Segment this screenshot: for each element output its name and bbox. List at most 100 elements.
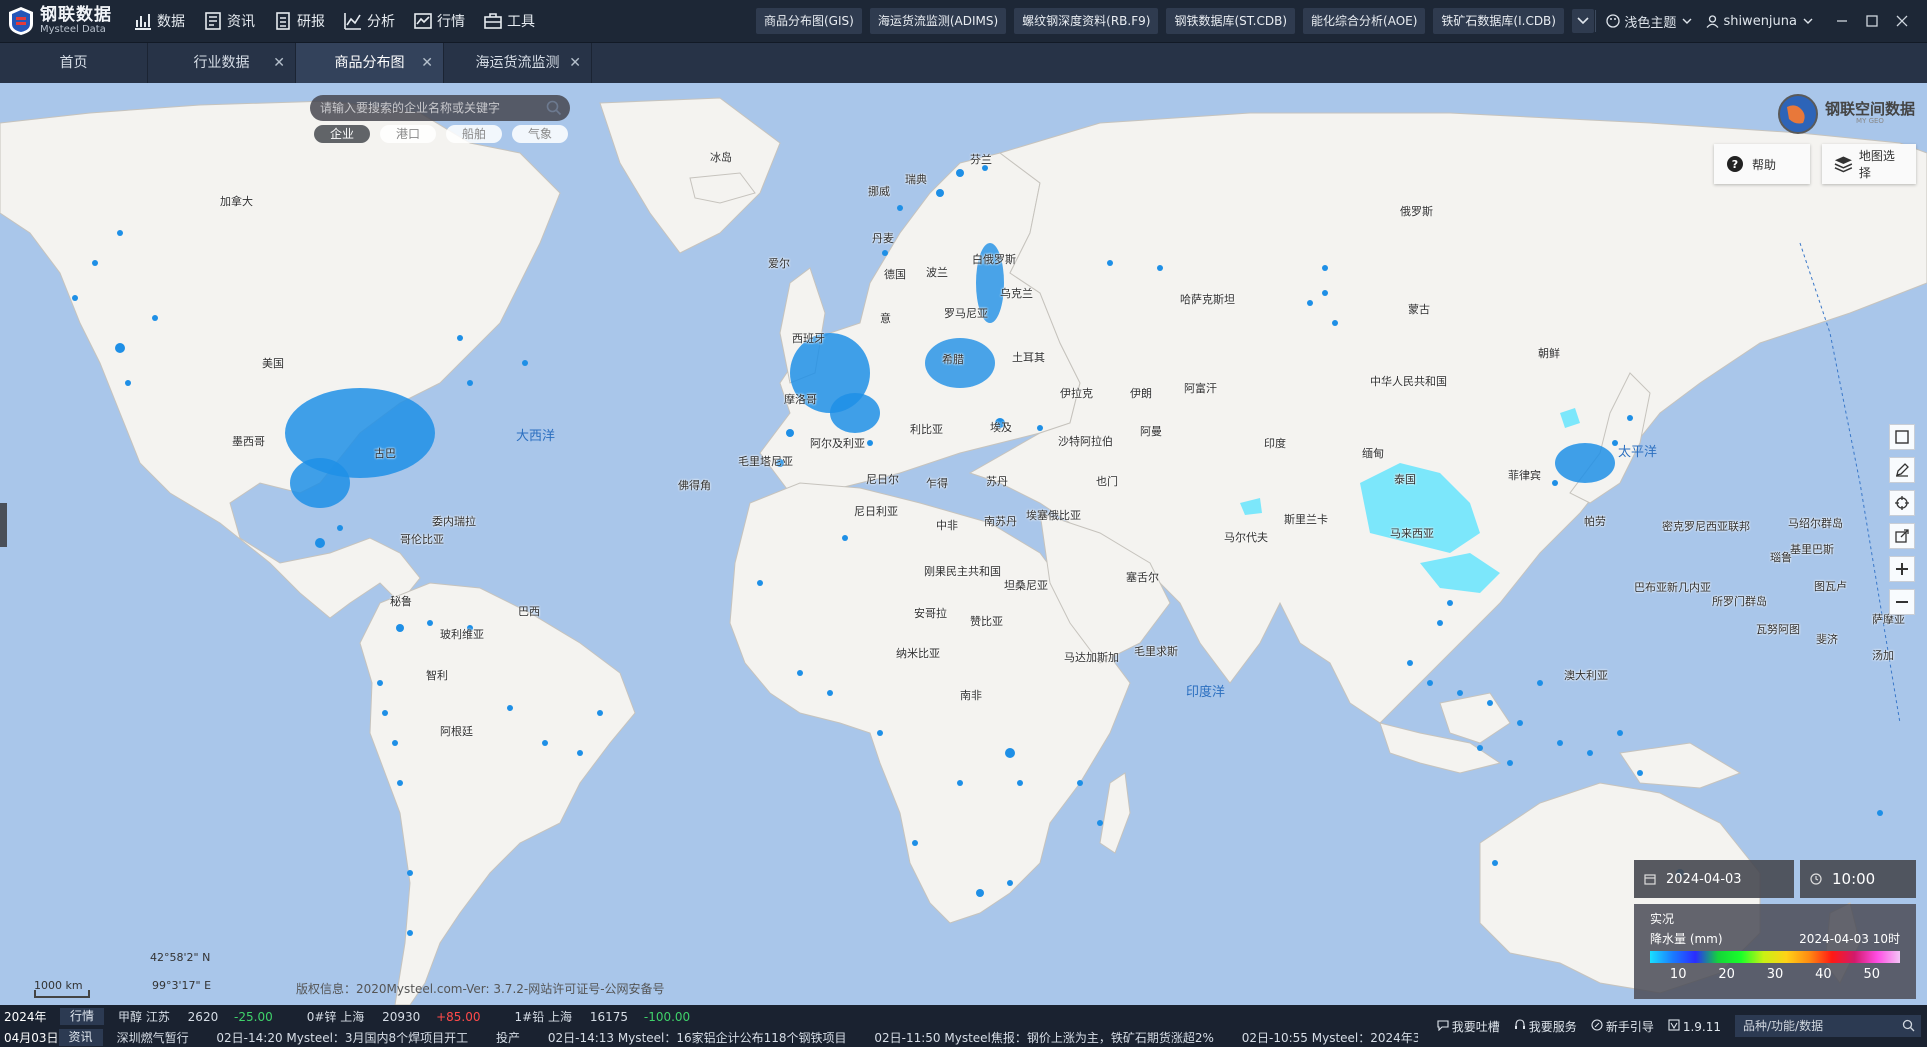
nav-tools[interactable]: 工具: [483, 11, 535, 31]
nav-market-label: 行情: [437, 14, 465, 30]
legend-tick: 10: [1669, 967, 1687, 982]
landmass-new-guinea: [1619, 742, 1742, 789]
company-search-input[interactable]: [310, 95, 540, 121]
label-brazil: 巴西: [518, 605, 540, 618]
ticker-news-tag[interactable]: 资讯: [58, 1029, 103, 1046]
guide-button[interactable]: 新手引导: [1591, 1018, 1654, 1035]
news-item[interactable]: 02日-10:55 Mysteel：2024年3月中国新建: [1242, 1031, 1418, 1045]
label-kazakhstan: 哈萨克斯坦: [1180, 293, 1235, 306]
tab-close-icon[interactable]: ✕: [421, 43, 433, 83]
version-label: 1.9.11: [1682, 1019, 1721, 1034]
label-korea: 朝鲜: [1538, 347, 1560, 360]
nav-data[interactable]: 数据: [133, 11, 185, 31]
close-window-button[interactable]: [1887, 12, 1917, 31]
label-iran: 伊朗: [1130, 387, 1152, 400]
map-toolbar: [1889, 424, 1915, 622]
label-tonga: 汤加: [1872, 649, 1894, 662]
label-iraq: 伊拉克: [1060, 387, 1093, 400]
quick-link-rebar[interactable]: 螺纹钢深度资料(RB.F9): [1014, 8, 1159, 34]
news-item[interactable]: 02日-14:20 Mysteel：3月国内8个焊项目开工: [216, 1031, 468, 1045]
tab-home[interactable]: 首页: [0, 43, 148, 83]
zoom-out-button[interactable]: [1889, 589, 1915, 615]
tab-close-icon[interactable]: ✕: [273, 43, 285, 83]
news-item[interactable]: 投产: [496, 1031, 520, 1045]
quick-link-gis[interactable]: 商品分布图(GIS): [756, 8, 862, 34]
basemap-select-button[interactable]: 地图选择: [1822, 144, 1916, 184]
date-picker[interactable]: 2024-04-03: [1634, 860, 1794, 898]
select-area-button[interactable]: [1889, 424, 1915, 450]
time-picker[interactable]: 10:00: [1800, 860, 1916, 898]
locate-button[interactable]: [1889, 490, 1915, 516]
label-oman: 阿曼: [1140, 425, 1162, 438]
ticker-quote[interactable]: 1#铅 上海 16175 -100.00: [515, 1008, 691, 1025]
export-button[interactable]: [1889, 523, 1915, 549]
ticker-news-list: 深圳燃气暂行 02日-14:20 Mysteel：3月国内8个焊项目开工 投产 …: [117, 1029, 1418, 1046]
label-marshall: 马绍尔群岛: [1788, 517, 1843, 530]
tab-industry-data[interactable]: 行业数据 ✕: [148, 43, 296, 83]
side-panel-toggle[interactable]: [0, 503, 7, 547]
news-item[interactable]: 深圳燃气暂行: [117, 1031, 189, 1045]
filter-company[interactable]: 企业: [314, 125, 371, 143]
label-south-sudan: 南苏丹: [984, 515, 1017, 528]
filter-weather[interactable]: 气象: [512, 125, 569, 143]
minus-icon: [1896, 601, 1908, 603]
tab-close-icon[interactable]: ✕: [569, 43, 581, 83]
nav-news[interactable]: 资讯: [203, 11, 255, 31]
feedback-label: 我要吐槽: [1451, 1019, 1500, 1034]
theme-switcher[interactable]: 浅色主题: [1606, 12, 1692, 31]
global-search-label: 品种/功能/数据: [1743, 1019, 1824, 1033]
tab-shipping-monitor[interactable]: 海运货流监测 ✕: [444, 43, 592, 83]
label-turkey: 土耳其: [1012, 351, 1045, 364]
maximize-button[interactable]: [1857, 12, 1887, 31]
quick-link-aoe[interactable]: 能化综合分析(AOE): [1303, 8, 1426, 34]
user-icon: [1706, 14, 1719, 28]
draw-button[interactable]: [1889, 457, 1915, 483]
cursor-longitude: 99°3'17" E: [152, 979, 212, 992]
minimize-button[interactable]: [1827, 12, 1857, 31]
brand-name: 钢联空间数据: [1824, 100, 1915, 119]
pencil-icon: [1896, 463, 1909, 477]
quick-link-adims[interactable]: 海运货流监测(ADIMS): [869, 8, 1007, 34]
service-button[interactable]: 我要服务: [1514, 1018, 1577, 1035]
legend-tick: 50: [1863, 967, 1881, 982]
ticker-quote[interactable]: 0#锌 上海 20930 +85.00: [307, 1008, 481, 1025]
main-nav: 数据 资讯 研报 分析 行情 工具: [133, 11, 553, 31]
label-belarus: 白俄罗斯: [972, 253, 1016, 266]
quick-link-iron-ore[interactable]: 铁矿石数据库(I.CDB): [1433, 8, 1564, 34]
top-bar: 钢联数据 Mysteel Data 数据 资讯 研报 分析 行情 工具 商品分布…: [0, 0, 1927, 42]
label-argentina: 阿根廷: [440, 725, 473, 738]
landmass-borneo: [1439, 692, 1511, 744]
ticker-quote[interactable]: 甲醇 江苏 2620 -25.00: [118, 1008, 273, 1025]
help-button[interactable]: ? 帮助: [1714, 144, 1810, 184]
nav-analysis[interactable]: 分析: [343, 11, 395, 31]
news-item[interactable]: 02日-11:50 Mysteel焦报：钢价上涨为主，铁矿石期货涨超2%: [874, 1031, 1214, 1045]
filter-ship[interactable]: 船舶: [446, 125, 503, 143]
nav-research[interactable]: 研报: [273, 11, 325, 31]
label-ethiopia: 埃塞俄比亚: [1026, 509, 1081, 522]
world-map[interactable]: 加拿大 美国 墨西哥 古巴 委内瑞拉 哥伦比亚 秘鲁 巴西 玻利维亚 智利 阿根…: [0, 83, 1927, 1005]
label-afghanistan: 阿富汗: [1184, 382, 1217, 395]
version-badge: 1.9.11: [1668, 1018, 1721, 1034]
label-usa: 美国: [262, 357, 284, 370]
label-thailand: 泰国: [1394, 473, 1416, 486]
feedback-button[interactable]: 我要吐槽: [1437, 1018, 1500, 1035]
quote-change: -25.00: [234, 1010, 273, 1024]
news-item[interactable]: 02日-14:13 Mysteel：16家铝企计公布118个钢铁项目: [548, 1031, 847, 1045]
label-colombia: 哥伦比亚: [400, 533, 444, 546]
quick-link-steel-db[interactable]: 钢铁数据库(ST.CDB): [1166, 8, 1296, 34]
global-search[interactable]: 品种/功能/数据: [1735, 1015, 1921, 1037]
tab-commodity-map[interactable]: 商品分布图 ✕: [296, 43, 444, 83]
nav-market[interactable]: 行情: [413, 11, 465, 31]
ticker-news-row: 04月03日 资讯 深圳燃气暂行 02日-14:20 Mysteel：3月国内8…: [0, 1028, 1418, 1047]
filter-port[interactable]: 港口: [380, 125, 437, 143]
zoom-in-button[interactable]: [1889, 556, 1915, 582]
label-mongolia: 蒙古: [1408, 303, 1430, 316]
user-menu[interactable]: shiwenjuna: [1706, 14, 1813, 29]
label-myanmar: 缅甸: [1362, 447, 1384, 460]
analysis-icon: [344, 13, 361, 30]
search-icon[interactable]: [546, 100, 562, 116]
logo[interactable]: 钢联数据 Mysteel Data: [0, 0, 125, 42]
ticker-market-tag[interactable]: 行情: [60, 1008, 105, 1025]
label-malaysia: 马来西亚: [1390, 527, 1434, 540]
tab-industry-data-label: 行业数据: [193, 55, 250, 71]
